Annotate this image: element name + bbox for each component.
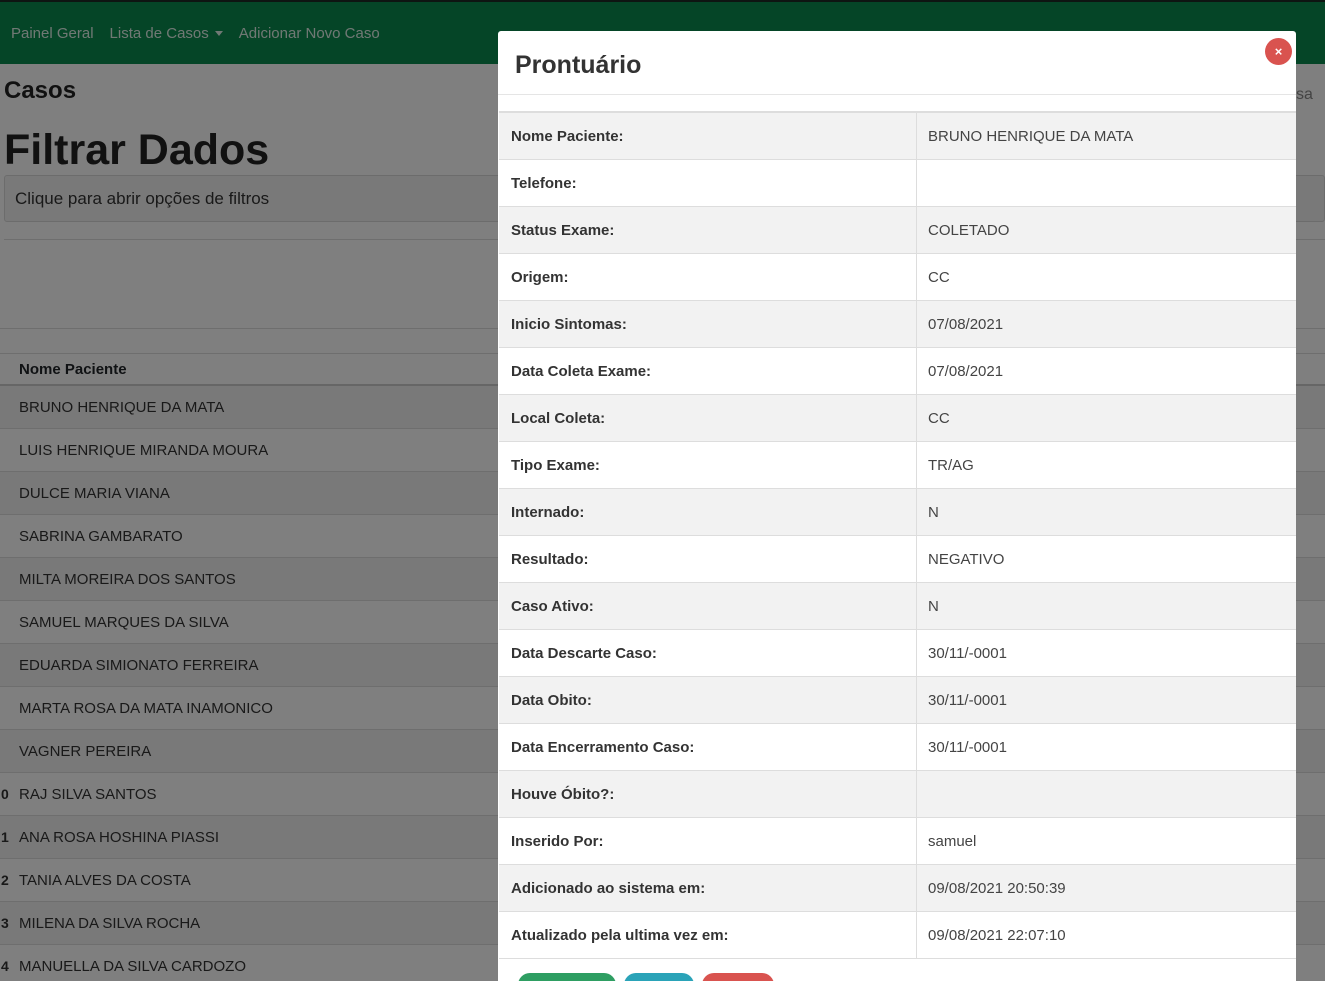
footer-button-teal[interactable] [624,973,694,981]
record-label: Nome Paciente: [511,127,624,145]
record-label: Caso Ativo: [511,597,594,615]
record-value: 30/11/-0001 [928,691,1007,709]
footer-button-red[interactable] [702,973,774,981]
record-row: Status Exame: COLETADO [499,207,1296,254]
column-divider [916,583,917,629]
record-row: Caso Ativo: N [499,583,1296,630]
record-value: NEGATIVO [928,550,1005,568]
record-row: Local Coleta: CC [499,395,1296,442]
column-divider [916,301,917,347]
record-label: Atualizado pela ultima vez em: [511,926,729,944]
modal-header: Prontuário × [498,31,1296,95]
record-label: Status Exame: [511,221,615,239]
record-value: 30/11/-0001 [928,738,1007,756]
record-label: Adicionado ao sistema em: [511,879,706,897]
record-value: BRUNO HENRIQUE DA MATA [928,127,1134,145]
record-row: Houve Óbito?: [499,771,1296,818]
record-label: Local Coleta: [511,409,606,427]
record-label: Inserido Por: [511,832,604,850]
modal-title: Prontuário [515,51,642,79]
record-label: Data Descarte Caso: [511,644,657,662]
close-button[interactable]: × [1265,38,1292,65]
record-row: Nome Paciente: BRUNO HENRIQUE DA MATA [499,113,1296,160]
record-label: Inicio Sintomas: [511,315,627,333]
record-value: TR/AG [928,456,974,474]
record-row: Data Descarte Caso: 30/11/-0001 [499,630,1296,677]
record-row: Inicio Sintomas: 07/08/2021 [499,301,1296,348]
record-value: 30/11/-0001 [928,644,1007,662]
record-row: Inserido Por: samuel [499,818,1296,865]
record-value: samuel [928,832,977,850]
record-label: Internado: [511,503,585,521]
modal-footer [518,973,782,981]
column-divider [916,771,917,817]
record-label: Houve Óbito?: [511,785,615,803]
record-value: N [928,503,939,521]
record-label: Telefone: [511,174,577,192]
record-row: Tipo Exame: TR/AG [499,442,1296,489]
footer-button-green[interactable] [518,973,616,981]
record-value: 09/08/2021 20:50:39 [928,879,1066,897]
record-value: N [928,597,939,615]
record-value: 09/08/2021 22:07:10 [928,926,1066,944]
record-table: Nome Paciente: BRUNO HENRIQUE DA MATA Tele… [499,111,1296,959]
prontuario-modal: Prontuário × Nome Paciente: BRUNO HENRIQU… [498,31,1296,981]
column-divider [916,677,917,723]
record-row: Data Encerramento Caso: 30/11/-0001 [499,724,1296,771]
record-value: COLETADO [928,221,1010,239]
record-row: Origem: CC [499,254,1296,301]
record-label: Resultado: [511,550,589,568]
record-row: Adicionado ao sistema em: 09/08/2021 20:5… [499,865,1296,912]
record-label: Tipo Exame: [511,456,600,474]
column-divider [916,630,917,676]
record-row: Data Obito: 30/11/-0001 [499,677,1296,724]
column-divider [916,536,917,582]
record-row: Resultado: NEGATIVO [499,536,1296,583]
column-divider [916,207,917,253]
record-label: Data Obito: [511,691,592,709]
column-divider [916,724,917,770]
record-row: Telefone: [499,160,1296,207]
column-divider [916,395,917,441]
column-divider [916,818,917,864]
record-label: Data Encerramento Caso: [511,738,695,756]
column-divider [916,865,917,911]
record-value: CC [928,268,950,286]
column-divider [916,160,917,206]
column-divider [916,489,917,535]
record-row: Atualizado pela ultima vez em: 09/08/2021… [499,912,1296,959]
record-value: 07/08/2021 [928,362,1004,380]
column-divider [916,348,917,394]
close-icon: × [1274,44,1283,59]
record-label: Data Coleta Exame: [511,362,652,380]
column-divider [916,442,917,488]
record-label: Origem: [511,268,569,286]
record-value: 07/08/2021 [928,315,1004,333]
column-divider [916,113,917,159]
record-row: Data Coleta Exame: 07/08/2021 [499,348,1296,395]
record-value: CC [928,409,950,427]
record-row: Internado: N [499,489,1296,536]
column-divider [916,254,917,300]
column-divider [916,912,917,958]
